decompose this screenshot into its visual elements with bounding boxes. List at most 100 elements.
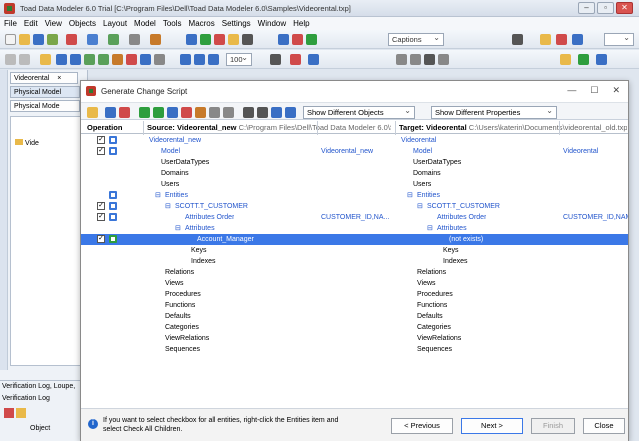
table-row[interactable]: UserDataTypes UserDataTypes (81, 157, 628, 168)
save-script-icon[interactable] (105, 107, 116, 118)
open-folder-icon[interactable] (19, 34, 30, 45)
table-row[interactable]: Views Views (81, 278, 628, 289)
dialog-maximize-button[interactable]: ☐ (590, 85, 598, 96)
previous-button[interactable]: < Previous (391, 418, 453, 434)
menu-model[interactable]: Model (134, 17, 156, 30)
row-checkbox[interactable]: ✓ (97, 235, 105, 243)
next-button[interactable]: Next > (461, 418, 523, 434)
table-row[interactable]: Relations Relations (81, 267, 628, 278)
row-checkbox[interactable]: ✓ (97, 136, 105, 144)
forward-icon[interactable] (19, 54, 30, 65)
menu-file[interactable]: File (4, 17, 17, 30)
align-icon[interactable] (270, 54, 281, 65)
objects-filter-select[interactable]: Show Different Objects (303, 105, 415, 119)
menu-help[interactable]: Help (293, 17, 309, 30)
menu-window[interactable]: Window (258, 17, 286, 30)
line-icon[interactable] (140, 54, 151, 65)
table-row[interactable]: ✓ Model Videorental_new Model Videorenta… (81, 146, 628, 157)
sync-icon[interactable] (200, 34, 211, 45)
move-up-icon[interactable] (285, 107, 296, 118)
table-row[interactable]: Users Users (81, 179, 628, 190)
report-icon[interactable] (228, 34, 239, 45)
collapse-icon[interactable]: ⊟ (175, 223, 181, 234)
script-icon[interactable] (242, 34, 253, 45)
zoom-out-icon[interactable] (194, 54, 205, 65)
box-icon[interactable] (154, 54, 165, 65)
dialog-footer-close-button[interactable]: Close (583, 418, 625, 434)
copy-icon[interactable] (223, 107, 234, 118)
pointer-icon[interactable] (40, 54, 51, 65)
menu-tools[interactable]: Tools (163, 17, 182, 30)
menu-settings[interactable]: Settings (222, 17, 251, 30)
pin-icon[interactable] (308, 54, 319, 65)
font-icon[interactable] (512, 34, 523, 45)
uncheck-all-icon[interactable] (153, 107, 164, 118)
error-filter-icon[interactable] (4, 408, 14, 418)
layout-icon[interactable] (278, 34, 289, 45)
arrow-icon[interactable] (292, 34, 303, 45)
operation-header[interactable]: Operation (87, 121, 122, 134)
publish-icon[interactable] (47, 34, 58, 45)
dialog-close-button[interactable]: ✕ (612, 85, 620, 96)
table-row[interactable]: Sequences Sequences (81, 344, 628, 355)
zoom-field[interactable]: 100 (226, 52, 252, 66)
tab-videorental[interactable]: Videorental × (10, 72, 78, 84)
table-row[interactable]: Categories Categories (81, 322, 628, 333)
minimize-button[interactable]: – (578, 2, 595, 14)
zoom-in-icon[interactable] (180, 54, 191, 65)
table-row[interactable]: ⊟ Entities ⊟ Entities (81, 190, 628, 201)
table-row[interactable]: ⊟ Attributes ⊟ Attributes (81, 223, 628, 234)
color-field[interactable] (604, 32, 634, 46)
image-tool-icon[interactable] (438, 54, 449, 65)
table-row[interactable]: Keys Keys (81, 245, 628, 256)
menu-layout[interactable]: Layout (103, 17, 127, 30)
grid-icon[interactable] (572, 34, 583, 45)
move-down-icon[interactable] (271, 107, 282, 118)
table-row-selected[interactable]: ✓ Account_Manager (not exists) (81, 234, 628, 245)
note-icon[interactable] (98, 54, 109, 65)
expand-all-icon[interactable] (167, 107, 178, 118)
dialog-minimize-button[interactable]: — (567, 85, 576, 96)
table-row[interactable]: Defaults Defaults (81, 311, 628, 322)
source-header[interactable]: Source: Videorental_new C:\Program Files… (147, 121, 391, 134)
menu-view[interactable]: View (45, 17, 62, 30)
table-row[interactable]: ✓ ⊟ SCOTT.T_CUSTOMER ⊟ SCOTT.T_CUSTOMER (81, 201, 628, 212)
side-dock-strip[interactable] (0, 70, 8, 370)
back-icon[interactable] (5, 54, 16, 65)
properties-filter-select[interactable]: Show Different Properties (431, 105, 557, 119)
relation-icon[interactable] (70, 54, 81, 65)
format-icon[interactable] (290, 54, 301, 65)
new-file-icon[interactable] (5, 34, 16, 45)
group-icon[interactable] (257, 107, 268, 118)
shape-icon[interactable] (126, 54, 137, 65)
save-icon[interactable] (33, 34, 44, 45)
check-all-icon[interactable] (139, 107, 150, 118)
settings-icon[interactable] (209, 107, 220, 118)
open-script-icon[interactable] (87, 107, 98, 118)
rect-tool-icon[interactable] (396, 54, 407, 65)
category-icon[interactable] (112, 54, 123, 65)
print-icon[interactable] (129, 34, 140, 45)
view-tool-icon[interactable] (84, 54, 95, 65)
row-checkbox[interactable]: ✓ (97, 147, 105, 155)
row-checkbox[interactable]: ✓ (97, 213, 105, 221)
text-tool-icon[interactable] (424, 54, 435, 65)
collapse-icon[interactable]: ⊟ (417, 201, 423, 212)
zoom-fit-icon[interactable] (208, 54, 219, 65)
table-row[interactable]: ✓ Videorental_new Videorental (81, 135, 628, 146)
ellipse-tool-icon[interactable] (410, 54, 421, 65)
row-checkbox[interactable]: ✓ (97, 202, 105, 210)
captions-select[interactable]: Captions (388, 32, 444, 46)
table-row[interactable]: Procedures Procedures (81, 289, 628, 300)
undo-icon[interactable] (66, 34, 77, 45)
collapse-all-icon[interactable] (181, 107, 192, 118)
close-button[interactable]: ✕ (616, 2, 633, 14)
theme-icon[interactable] (560, 54, 571, 65)
filter-icon[interactable] (119, 107, 130, 118)
entity-tool-icon[interactable] (56, 54, 67, 65)
collapse-icon[interactable]: ⊟ (165, 201, 171, 212)
warning-filter-icon[interactable] (16, 408, 26, 418)
verify-icon[interactable] (186, 34, 197, 45)
tab-close-icon[interactable]: × (57, 75, 61, 82)
export-icon[interactable] (150, 34, 161, 45)
